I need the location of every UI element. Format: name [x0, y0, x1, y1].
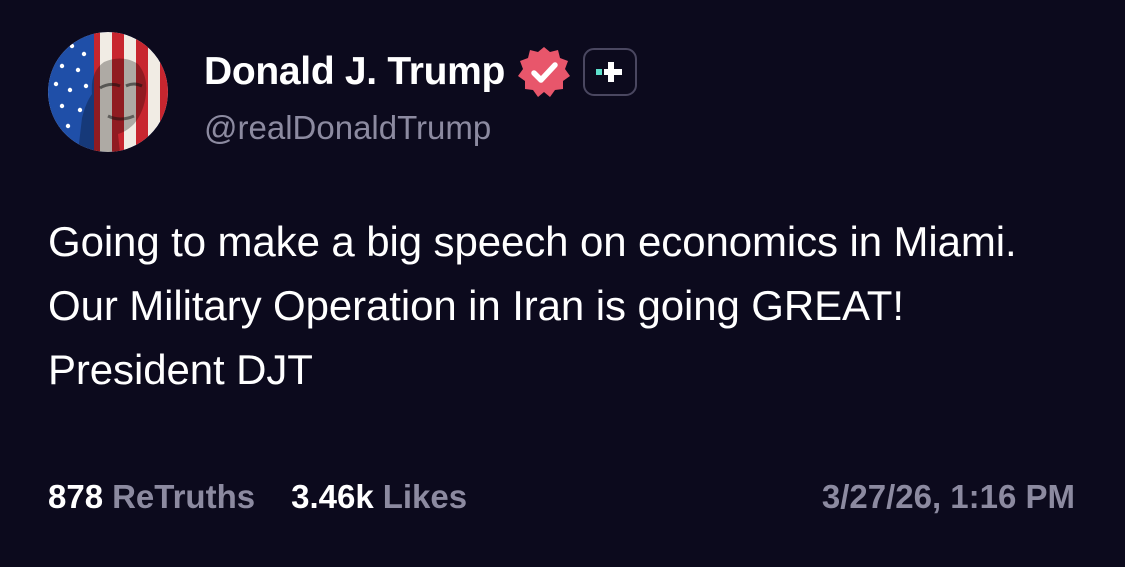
retruths-label: ReTruths	[112, 478, 256, 515]
retruths-count: 878	[48, 478, 104, 515]
avatar-image	[48, 32, 168, 152]
post-stats: 878 ReTruths 3.46k Likes	[48, 478, 467, 516]
likes-stat[interactable]: 3.46k Likes	[291, 478, 467, 516]
verified-badge-icon	[517, 45, 571, 99]
author-name-row: Donald J. Trump	[204, 44, 638, 100]
avatar[interactable]	[48, 32, 168, 152]
post-timestamp: 3/27/26, 1:16 PM	[821, 478, 1075, 515]
truth-plus-icon	[583, 48, 638, 96]
post-text: Going to make a big speech on economics …	[48, 218, 1017, 393]
retruths-stat[interactable]: 878 ReTruths	[48, 478, 255, 516]
post-card: Donald J. Trump @realDonaldTrump Going t…	[0, 0, 1125, 567]
author-handle[interactable]: @realDonaldTrump	[204, 109, 491, 147]
likes-count: 3.46k	[291, 478, 374, 515]
author-display-name[interactable]: Donald J. Trump	[204, 50, 505, 94]
likes-label: Likes	[382, 478, 468, 515]
